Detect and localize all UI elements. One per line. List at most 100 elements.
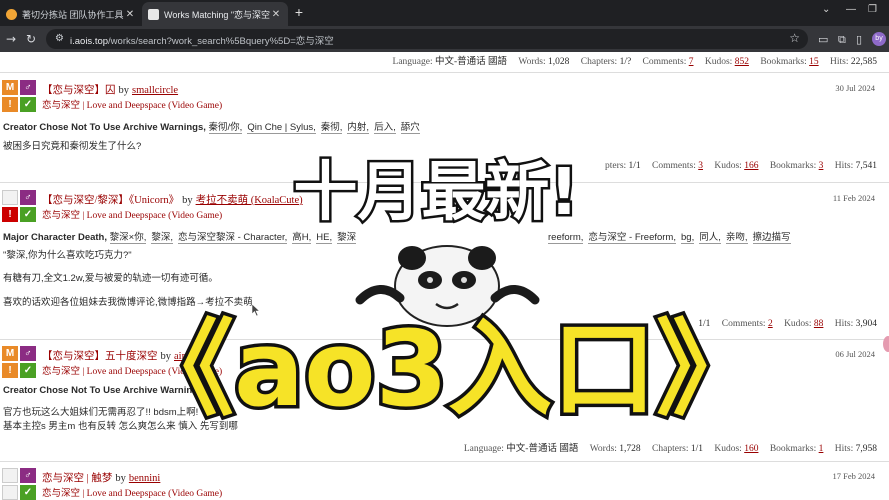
tag-list: Creator Chose Not To Use Archive Warning… [3,119,425,134]
category-mm-icon: ♂ [20,190,36,205]
sidebar-icon[interactable]: ▯ [856,33,862,46]
summary-line: "黎深,你为什么喜欢吃巧克力?" [3,250,132,261]
tag-link[interactable]: 后入, [374,122,396,134]
tag-list-continued: reeform, 恋与深空 - Freeform, bg, 同人, 亲吻, 擦边描写 [548,229,796,244]
tag-link[interactable]: 内射, [347,122,370,134]
ao3-entry-banner: 《ao3入口》 [150,305,740,426]
tag-list: Major Character Death, 黎深×你, 黎深, 恋与深空黎深 - … [3,229,361,244]
fandom-link[interactable]: 恋与深空 | Love and Deepspace (Video Game) [42,485,222,499]
site-info-icon[interactable]: ⚙ [55,33,64,44]
tag-link[interactable]: 黎深×你, [109,232,147,244]
summary-line: 有糖有刀,全文1.2w,爱与被爱的轨迹一切有迹可循。 [3,273,218,284]
comments-link[interactable]: 2 [768,319,773,329]
rating-none-icon [2,468,18,483]
tag-link[interactable]: 高H, [292,232,312,244]
author-link[interactable]: smallcircle [132,85,178,96]
tab-active[interactable]: Works Matching "恋与深空" | A ✕ [142,2,288,26]
category-mm-icon: ♂ [20,80,36,95]
work-title-link[interactable]: 【恋与深空/黎深】《Unicorn》 [42,195,179,206]
divider [0,72,889,73]
complete-check-icon: ✓ [20,97,36,112]
tag-link[interactable]: bg, [681,232,695,244]
ao3-favicon-icon [148,8,159,20]
bookmark-star-icon[interactable]: ☆ [789,31,800,45]
warning-icon: ! [2,363,18,378]
work-stats: Language: 中文-普通话 國語 Words: 1,728 Chapter… [463,444,877,454]
required-tags[interactable]: ♂ ✓ [2,468,38,500]
work-title-link[interactable]: 【恋与深空】囚 [42,85,116,96]
screen-icon[interactable]: ▭ [818,33,828,46]
tag-link[interactable]: 恋与深空 - Freeform, [588,232,676,244]
rating-mature-icon: M [2,346,18,361]
tag-link[interactable]: Qin Che | Sylus, [247,122,316,134]
tag-link[interactable]: 秦彻, [320,122,343,134]
warning-tag[interactable]: Major Character Death, [3,232,107,243]
tab-bar: 著切分拣站 团队协作工具 - 砺 ✕ Works Matching "恋与深空"… [0,0,889,26]
divider [0,461,889,462]
warning-tag[interactable]: Creator Chose Not To Use Archive Warning… [3,122,206,133]
work-title-link[interactable]: 【恋与深空】五十度深空 [42,351,158,362]
banner-text: 《ao3入口》 [150,308,740,425]
close-tab-icon[interactable]: ✕ [270,9,282,20]
reload-icon[interactable]: ↻ [26,32,36,46]
complete-check-icon: ✓ [20,485,36,500]
kudos-link[interactable]: 166 [744,161,758,171]
site-favicon-icon [6,8,17,20]
work-heading: 【恋与深空/黎深】《Unicorn》 by 考拉不卖萌 (KoalaCute) [42,195,303,206]
kudos-link[interactable]: 852 [735,57,749,67]
new-tab-button[interactable]: + [292,5,306,19]
work-stats: Language: 中文-普通话 國語 Words: 1,028 Chapter… [392,57,877,67]
required-tags[interactable]: M ♂ ! ✓ [2,80,38,112]
comments-link[interactable]: 7 [689,57,694,67]
work-heading: 恋与深空 | 触梦 by bennini [42,473,161,484]
work-stats: pters: 1/1 Comments: 3 Kudos: 166 Bookma… [605,161,877,171]
rating-none-icon [2,190,18,205]
complete-check-icon: ✓ [20,207,36,222]
warning-icon: ! [2,207,18,222]
headline-overlay: 十月最新! [291,154,581,231]
complete-check-icon: ✓ [20,363,36,378]
tag-link[interactable]: 亲吻, [725,232,748,244]
chevron-down-icon[interactable]: ⌄ [822,4,830,15]
bookmarks-link[interactable]: 1 [819,444,824,454]
tag-link[interactable]: reeform, [548,232,584,244]
category-mm-icon: ♂ [20,346,36,361]
work-title-link[interactable]: 恋与深空 | 触梦 [42,473,112,484]
tag-link[interactable]: 舔穴 [400,122,420,134]
kudos-link[interactable]: 160 [744,444,758,454]
bookmarks-link[interactable]: 3 [819,161,824,171]
extensions-icon[interactable]: ⧉ [838,33,846,47]
url-field[interactable]: ⚙ i.aois.top/works/search?work_search%5B… [46,29,808,49]
back-icon[interactable]: → [6,32,16,46]
warning-none-icon [2,485,18,500]
fandom-link[interactable]: 恋与深空 | Love and Deepspace (Video Game) [42,207,222,221]
floating-widget-edge[interactable] [883,336,889,352]
tag-link[interactable]: 同人, [699,232,721,244]
url-text: i.aois.top/works/search?work_search%5Bqu… [70,36,334,47]
required-tags[interactable]: M ♂ ! ✓ [2,346,38,378]
work-date: 30 Jul 2024 [835,83,875,93]
kudos-link[interactable]: 88 [814,319,824,329]
tab-inactive[interactable]: 著切分拣站 团队协作工具 - 砺 ✕ [0,2,142,26]
close-tab-icon[interactable]: ✕ [124,9,136,20]
tag-link[interactable]: 秦彻/你, [208,122,243,134]
tag-link[interactable]: 擦边描写 [752,232,791,244]
category-mm-icon: ♂ [20,468,36,483]
work-heading: 【恋与深空】囚 by smallcircle [42,85,179,96]
tag-link[interactable]: 恋与深空黎深 - Character, [177,232,288,244]
work-date: 17 Feb 2024 [832,471,876,481]
required-tags[interactable]: ♂ ! ✓ [2,190,38,222]
rating-mature-icon: M [2,80,18,95]
restore-icon[interactable]: ❐ [868,4,877,15]
fandom-link[interactable]: 恋与深空 | Love and Deepspace (Video Game) [42,97,222,111]
work-summary: 被困多日究竟和秦彻发生了什么? [3,141,142,152]
profile-avatar[interactable]: by [872,32,886,46]
bookmarks-link[interactable]: 15 [809,57,819,67]
minimize-icon[interactable]: — [846,4,856,15]
tag-link[interactable]: HE, [316,232,333,244]
author-link[interactable]: bennini [129,473,161,484]
tab-title: 著切分拣站 团队协作工具 - 砺 [22,9,124,20]
comments-link[interactable]: 3 [698,161,703,171]
tag-link[interactable]: 黎深, [151,232,173,244]
work-date: 11 Feb 2024 [832,193,875,203]
